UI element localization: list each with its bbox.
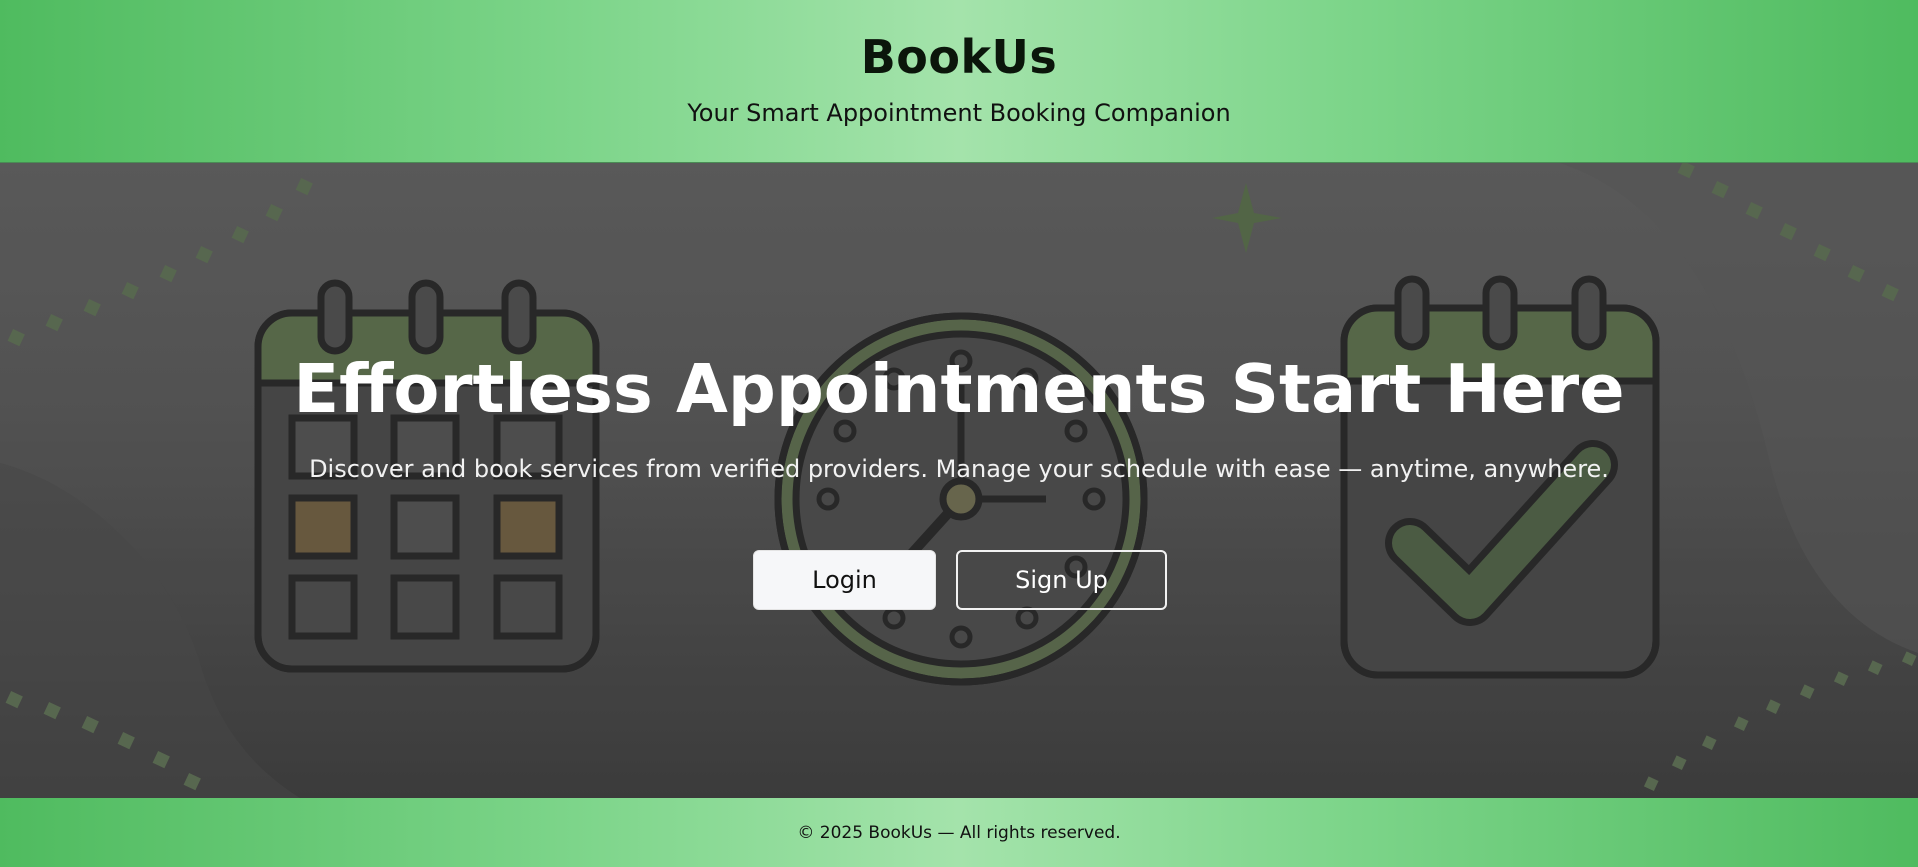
site-header: BookUs Your Smart Appointment Booking Co… bbox=[0, 0, 1918, 163]
footer-copyright: © 2025 BookUs — All rights reserved. bbox=[797, 822, 1121, 843]
login-button[interactable]: Login bbox=[753, 550, 936, 610]
signup-button[interactable]: Sign Up bbox=[956, 550, 1167, 610]
site-footer: © 2025 BookUs — All rights reserved. bbox=[0, 798, 1918, 867]
hero-subtitle: Discover and book services from verified… bbox=[309, 455, 1609, 483]
brand-tagline: Your Smart Appointment Booking Companion bbox=[687, 99, 1231, 127]
brand-title: BookUs bbox=[860, 30, 1058, 84]
hero-section: Effortless Appointments Start Here Disco… bbox=[0, 163, 1918, 798]
hero-title: Effortless Appointments Start Here bbox=[293, 350, 1625, 428]
